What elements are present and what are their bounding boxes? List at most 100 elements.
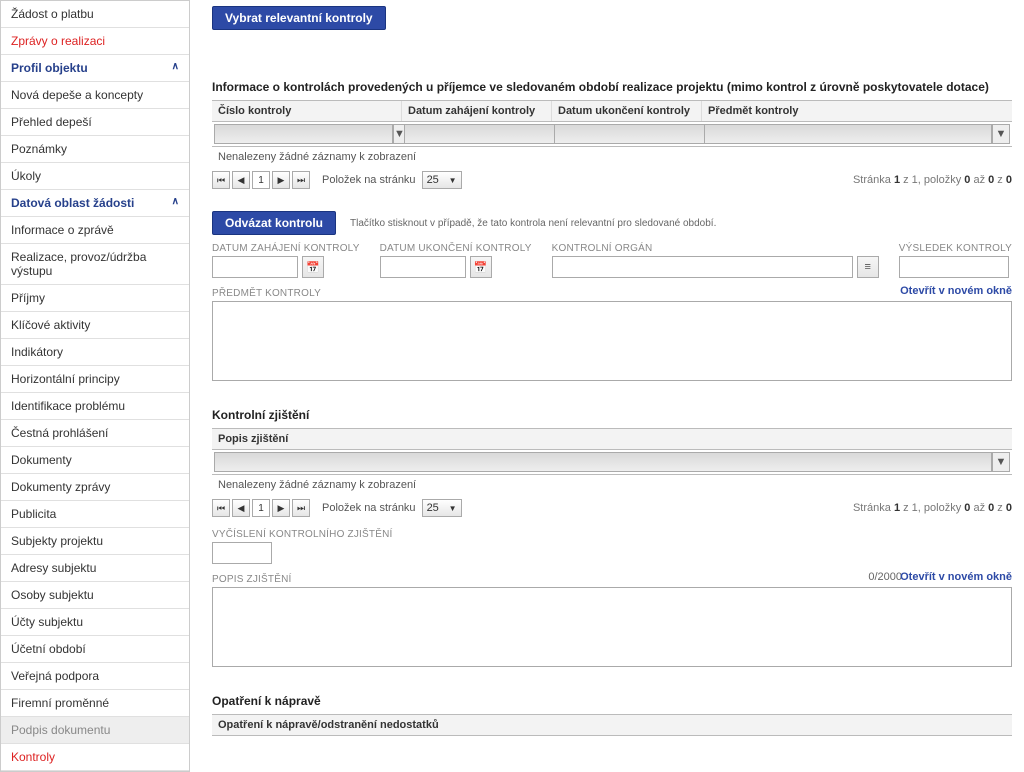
- pager-status: Stránka 1 z 1, položky 0 až 0 z 0: [853, 174, 1012, 186]
- sidebar-item-datova-oblast[interactable]: Datová oblast žádosti∧: [1, 190, 189, 217]
- kontrolni-organ-input[interactable]: [552, 256, 853, 278]
- sidebar-item-osoby-subjektu[interactable]: Osoby subjektu: [1, 582, 189, 609]
- label-vysledek-kontroly: VÝSLEDEK KONTROLY: [899, 243, 1012, 254]
- calendar-icon[interactable]: 📅: [302, 256, 324, 278]
- predmet-kontroly-textarea[interactable]: [212, 301, 1012, 381]
- sidebar-item-cestna-prohlaseni[interactable]: Čestná prohlášení: [1, 420, 189, 447]
- pager-next-button[interactable]: ▶: [272, 499, 290, 517]
- sidebar-item-nova-depese[interactable]: Nová depeše a koncepty: [1, 82, 189, 109]
- grid1-filter-row: ▼ ▼ ▼ ▼: [212, 122, 1012, 147]
- col-opatreni[interactable]: Opatření k nápravě/odstranění nedostatků: [212, 715, 1012, 735]
- sidebar-item-label: Subjekty projektu: [11, 534, 103, 548]
- filter-icon[interactable]: ▼: [992, 124, 1010, 144]
- grid2-empty-text: Nenalezeny žádné záznamy k zobrazení: [212, 475, 1012, 495]
- sidebar-item-zpravy-o-realizaci[interactable]: Zprávy o realizaci: [1, 28, 189, 55]
- page-size-select[interactable]: 25▼: [422, 171, 462, 189]
- kontrolni-zjisteni-heading: Kontrolní zjištění: [212, 408, 1012, 422]
- pager-last-button[interactable]: ⏭: [292, 171, 310, 189]
- pager-page-number[interactable]: 1: [252, 171, 270, 189]
- filter-popis-input[interactable]: [214, 452, 992, 472]
- sidebar-item-prijmy[interactable]: Příjmy: [1, 285, 189, 312]
- info-heading: Informace o kontrolách provedených u pří…: [212, 80, 1012, 94]
- sidebar-item-label: Nová depeše a koncepty: [11, 88, 143, 102]
- sidebar-item-label: Dokumenty zprávy: [11, 480, 110, 494]
- sidebar-item-dokumenty-zpravy[interactable]: Dokumenty zprávy: [1, 474, 189, 501]
- open-new-window-link[interactable]: Otevřít v novém okně: [900, 285, 1012, 297]
- page-size-select[interactable]: 25▼: [422, 499, 462, 517]
- sidebar-item-realizace-provoz[interactable]: Realizace, provoz/údržba výstupu: [1, 244, 189, 285]
- sidebar-item-zadost-o-platbu[interactable]: Žádost o platbu: [1, 1, 189, 28]
- grid2-header: Popis zjištění: [212, 428, 1012, 450]
- open-new-window-link[interactable]: Otevřít v novém okně: [900, 571, 1012, 583]
- chevron-up-icon: ∧: [172, 196, 179, 207]
- sidebar-item-publicita[interactable]: Publicita: [1, 501, 189, 528]
- sidebar-item-firemni-promenne[interactable]: Firemní proměnné: [1, 690, 189, 717]
- list-icon[interactable]: ≡: [857, 256, 879, 278]
- pager-prev-button[interactable]: ◀: [232, 499, 250, 517]
- filter-pred-input[interactable]: [704, 124, 992, 144]
- sidebar-item-label: Dokumenty: [11, 453, 72, 467]
- sidebar-item-ucetni-obdobi[interactable]: Účetní období: [1, 636, 189, 663]
- sidebar-item-podpis-dokumentu[interactable]: Podpis dokumentu: [1, 717, 189, 744]
- sidebar-item-indikatory[interactable]: Indikátory: [1, 339, 189, 366]
- chevron-down-icon: ▼: [449, 504, 457, 513]
- sidebar-item-ucty-subjektu[interactable]: Účty subjektu: [1, 609, 189, 636]
- sidebar-item-klicove-aktivity[interactable]: Klíčové aktivity: [1, 312, 189, 339]
- sidebar-item-label: Horizontální principy: [11, 372, 120, 386]
- col-popis-zjisteni[interactable]: Popis zjištění: [212, 429, 1012, 449]
- sidebar-item-label: Účty subjektu: [11, 615, 83, 629]
- sidebar-item-label: Úkoly: [11, 169, 41, 183]
- grid1-empty-text: Nenalezeny žádné záznamy k zobrazení: [212, 147, 1012, 167]
- calendar-icon[interactable]: 📅: [470, 256, 492, 278]
- sidebar-item-adresy-subjektu[interactable]: Adresy subjektu: [1, 555, 189, 582]
- pager-next-button[interactable]: ▶: [272, 171, 290, 189]
- col-datum-ukonceni[interactable]: Datum ukončení kontroly: [552, 101, 702, 121]
- pager-status: Stránka 1 z 1, položky 0 až 0 z 0: [853, 502, 1012, 514]
- sidebar-item-label: Přehled depeší: [11, 115, 92, 129]
- sidebar-item-label: Veřejná podpora: [11, 669, 99, 683]
- grid1-header: Číslo kontroly Datum zahájení kontroly D…: [212, 100, 1012, 122]
- sidebar-item-profil-objektu[interactable]: Profil objektu∧: [1, 55, 189, 82]
- label-vycisleni: VYČÍSLENÍ KONTROLNÍHO ZJIŠTĚNÍ: [212, 529, 1012, 540]
- sidebar-item-ukoly[interactable]: Úkoly: [1, 163, 189, 190]
- datum-ukonceni-input[interactable]: [380, 256, 466, 278]
- unbind-hint: Tlačítko stisknout v případě, že tato ko…: [350, 218, 716, 229]
- sidebar-item-subjekty-projektu[interactable]: Subjekty projektu: [1, 528, 189, 555]
- pager-last-button[interactable]: ⏭: [292, 499, 310, 517]
- grid1-pager: ⏮ ◀ 1 ▶ ⏭ Položek na stránku 25▼ Stránka…: [212, 167, 1012, 193]
- sidebar-item-prehled-depesi[interactable]: Přehled depeší: [1, 109, 189, 136]
- unbind-control-button[interactable]: Odvázat kontrolu: [212, 211, 336, 235]
- filter-cislo-input[interactable]: [214, 124, 393, 144]
- pager-first-button[interactable]: ⏮: [212, 171, 230, 189]
- sidebar-item-verejna-podpora[interactable]: Veřejná podpora: [1, 663, 189, 690]
- sidebar-item-poznamky[interactable]: Poznámky: [1, 136, 189, 163]
- sidebar-item-label: Příjmy: [11, 291, 45, 305]
- pager-page-number[interactable]: 1: [252, 499, 270, 517]
- sidebar-item-label: Identifikace problému: [11, 399, 125, 413]
- sidebar-item-kontroly[interactable]: Kontroly: [1, 744, 189, 771]
- sidebar-item-horizontalni-principy[interactable]: Horizontální principy: [1, 366, 189, 393]
- filter-icon[interactable]: ▼: [992, 452, 1010, 472]
- sidebar-item-informace-o-zprave[interactable]: Informace o zprávě: [1, 217, 189, 244]
- sidebar-item-identifikace-problemu[interactable]: Identifikace problému: [1, 393, 189, 420]
- chevron-down-icon: ▼: [449, 176, 457, 185]
- char-counter: 0/2000: [868, 571, 902, 583]
- vysledek-kontroly-input[interactable]: [899, 256, 1009, 278]
- sidebar-item-label: Účetní období: [11, 642, 86, 656]
- pager-label: Položek na stránku: [322, 502, 416, 514]
- pager-first-button[interactable]: ⏮: [212, 499, 230, 517]
- select-relevant-controls-button[interactable]: Vybrat relevantní kontroly: [212, 6, 386, 30]
- col-cislo-kontroly[interactable]: Číslo kontroly: [212, 101, 402, 121]
- opatreni-heading: Opatření k nápravě: [212, 694, 1012, 708]
- popis-zjisteni-textarea[interactable]: [212, 587, 1012, 667]
- sidebar-item-dokumenty[interactable]: Dokumenty: [1, 447, 189, 474]
- grid3-header: Opatření k nápravě/odstranění nedostatků: [212, 714, 1012, 736]
- datum-zahajeni-input[interactable]: [212, 256, 298, 278]
- sidebar: Žádost o platbu Zprávy o realizaci Profi…: [0, 0, 190, 772]
- sidebar-item-label: Zprávy o realizaci: [11, 34, 105, 48]
- pager-prev-button[interactable]: ◀: [232, 171, 250, 189]
- col-predmet-kontroly[interactable]: Předmět kontroly: [702, 101, 1012, 121]
- col-datum-zahajeni[interactable]: Datum zahájení kontroly: [402, 101, 552, 121]
- vycisleni-input[interactable]: [212, 542, 272, 564]
- sidebar-item-label: Klíčové aktivity: [11, 318, 90, 332]
